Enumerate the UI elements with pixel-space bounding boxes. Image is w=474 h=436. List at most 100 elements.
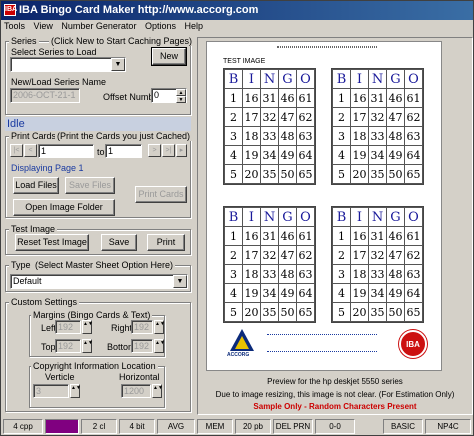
load-files-button[interactable]: Load Files: [13, 177, 59, 194]
bingo-cell: 16: [242, 88, 261, 108]
bingo-header-letter: I: [242, 69, 261, 89]
status-strip: Idle: [5, 117, 191, 131]
bingo-cell: 65: [296, 302, 315, 322]
type-select[interactable]: Default: [10, 274, 188, 289]
offset-spin-up[interactable]: ▲: [176, 89, 186, 96]
bingo-cell: 1: [224, 226, 243, 246]
extra-nav-button[interactable]: ▸: [176, 144, 187, 157]
series-dropdown-button[interactable]: ▼: [111, 58, 125, 71]
bingo-cell: 32: [368, 107, 387, 127]
right-margin-field[interactable]: 192: [131, 320, 153, 334]
bingo-cell: 19: [350, 283, 369, 303]
print-test-image-button[interactable]: Print: [147, 234, 185, 251]
new-button[interactable]: New: [151, 47, 187, 66]
bingo-cell: 47: [278, 107, 297, 127]
top-margin-spin[interactable]: ▲▼: [82, 339, 93, 353]
bingo-cell: 50: [386, 302, 405, 322]
bottom-margin-field[interactable]: 192: [131, 339, 153, 353]
custom-settings-label: Custom Settings: [9, 297, 80, 307]
menu-options[interactable]: Options: [142, 20, 179, 33]
bingo-header-letter: N: [260, 69, 279, 89]
bingo-cell: 46: [278, 88, 297, 108]
next-page-button[interactable]: >: [148, 144, 161, 157]
save-test-image-button[interactable]: Save: [101, 234, 137, 251]
bingo-header-letter: G: [386, 69, 405, 89]
bingo-header-letter: N: [368, 69, 387, 89]
top-margin-label: Top: [41, 342, 56, 352]
bingo-cell: 5: [224, 164, 243, 184]
bingo-cell: 3: [224, 264, 243, 284]
bingo-cell: 16: [350, 88, 369, 108]
bingo-cell: 47: [386, 245, 405, 265]
title-bar: IBA IBA Bingo Card Maker http://www.acco…: [1, 1, 473, 20]
first-page-button[interactable]: |<: [10, 144, 23, 157]
type-dropdown-button[interactable]: ▼: [173, 275, 187, 288]
status-cl: 2 cl: [81, 419, 117, 434]
bingo-header-letter: B: [224, 69, 243, 89]
preview-caption-resizing: Due to image resizing, this image is not…: [215, 390, 455, 399]
left-margin-field[interactable]: 192: [55, 320, 81, 334]
window-title: IBA Bingo Card Maker http://www.accorg.c…: [19, 4, 259, 16]
bingo-cell: 62: [404, 107, 423, 127]
horizontal-spin[interactable]: ▲▼: [152, 384, 163, 398]
menu-help[interactable]: Help: [182, 20, 207, 33]
bingo-cell: 5: [332, 302, 351, 322]
page-from-field[interactable]: 1: [38, 144, 94, 158]
bingo-cell: 47: [278, 245, 297, 265]
bingo-cell: 35: [368, 302, 387, 322]
bingo-header-letter: I: [350, 69, 369, 89]
bingo-cell: 16: [242, 226, 261, 246]
app-window: IBA IBA Bingo Card Maker http://www.acco…: [0, 0, 474, 436]
bingo-card-bottom-right: B I N G O 1 16 31 46 61 2 17 32 47 62 3 …: [331, 206, 424, 323]
bingo-cell: 35: [260, 164, 279, 184]
bingo-header-letter: I: [242, 207, 261, 227]
bottom-margin-spin[interactable]: ▲▼: [154, 339, 165, 353]
open-image-folder-button[interactable]: Open Image Folder: [13, 199, 115, 216]
print-cards-button[interactable]: Print Cards: [135, 186, 187, 203]
series-select[interactable]: [10, 57, 126, 72]
bingo-cell: 35: [260, 302, 279, 322]
offset-spin-down[interactable]: ▼: [176, 96, 186, 103]
bingo-cell: 2: [224, 107, 243, 127]
series-group-label: Series: [9, 36, 39, 46]
bingo-cell: 31: [368, 88, 387, 108]
status-color-swatch: [45, 419, 79, 434]
to-label: to: [97, 147, 105, 157]
bingo-cell: 31: [368, 226, 387, 246]
horizontal-field[interactable]: 1200: [121, 384, 151, 398]
bingo-cell: 33: [260, 126, 279, 146]
bingo-header-letter: G: [386, 207, 405, 227]
top-margin-field[interactable]: 192: [55, 339, 81, 353]
bingo-header-letter: G: [278, 207, 297, 227]
bingo-cell: 50: [386, 164, 405, 184]
verticle-field[interactable]: 3: [33, 384, 69, 398]
page-to-field[interactable]: 1: [105, 144, 142, 158]
bingo-header-letter: B: [332, 207, 351, 227]
bingo-cell: 2: [332, 107, 351, 127]
bingo-cell: 64: [296, 145, 315, 165]
verticle-label: Verticle: [45, 372, 75, 382]
bingo-cell: 46: [386, 226, 405, 246]
bingo-cell: 32: [368, 245, 387, 265]
save-files-button[interactable]: Save Files: [65, 177, 115, 194]
bingo-cell: 18: [242, 264, 261, 284]
menu-number-generator[interactable]: Number Generator: [58, 20, 139, 33]
menu-tools[interactable]: Tools: [1, 20, 28, 33]
right-margin-spin[interactable]: ▲▼: [154, 320, 165, 334]
bingo-cell: 48: [386, 126, 405, 146]
bingo-cell: 3: [224, 126, 243, 146]
reset-test-image-button[interactable]: Reset Test Image: [15, 234, 89, 251]
bingo-cell: 33: [368, 264, 387, 284]
last-page-button[interactable]: >|: [162, 144, 175, 157]
bingo-cell: 48: [386, 264, 405, 284]
menu-view[interactable]: View: [31, 20, 56, 33]
bingo-cell: 19: [242, 145, 261, 165]
bingo-cell: 5: [224, 302, 243, 322]
verticle-spin[interactable]: ▲▼: [70, 384, 81, 398]
bingo-header-letter: B: [332, 69, 351, 89]
bingo-cell: 62: [296, 107, 315, 127]
series-name-field[interactable]: 2006-OCT-21-1: [10, 88, 80, 103]
left-margin-spin[interactable]: ▲▼: [82, 320, 93, 334]
bingo-card-bottom-left: B I N G O 1 16 31 46 61 2 17 32 47 62 3 …: [223, 206, 316, 323]
prev-page-button[interactable]: <: [24, 144, 37, 157]
